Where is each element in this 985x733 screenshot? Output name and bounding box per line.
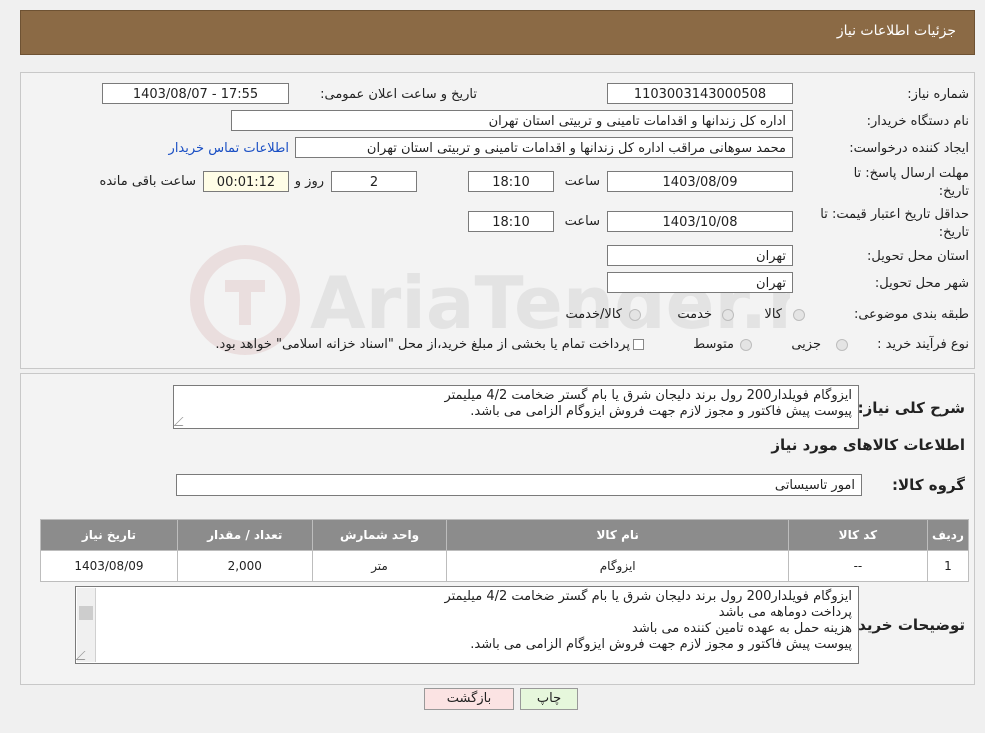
scrollbar-thumb[interactable] [79, 606, 93, 620]
table-header-row: ردیف کد کالا نام کالا واحد شمارش تعداد /… [40, 519, 970, 551]
process-option-minor: جزیی [791, 337, 821, 352]
group-field: امور تاسیساتی [176, 474, 862, 496]
category-radio-service[interactable] [722, 309, 734, 321]
days-field: 2 [331, 171, 417, 192]
need-number-field: 1103003143000508 [607, 83, 793, 104]
process-radio-medium[interactable] [740, 339, 752, 351]
buyer-notes-line-3: هزینه حمل به عهده تامین کننده می باشد [632, 621, 852, 636]
col-row: ردیف [926, 519, 970, 551]
category-label: طبقه بندی موضوعی: [853, 307, 969, 322]
category-option-service: خدمت [677, 307, 712, 322]
price-validity-label-2: تاریخ: [938, 225, 969, 240]
category-option-goods: کالا [764, 307, 782, 322]
process-radio-minor[interactable] [836, 339, 848, 351]
announce-field: 1403/08/07 - 17:55 [102, 83, 289, 104]
process-option-medium: متوسط [693, 337, 734, 352]
province-field: تهران [607, 245, 793, 266]
page-title: جزئیات اطلاعات نیاز [836, 23, 956, 39]
buyer-org-label: نام دستگاه خریدار: [866, 114, 969, 129]
remaining-label: ساعت باقی مانده [99, 174, 196, 189]
col-name: نام کالا [446, 519, 789, 551]
price-validity-label: حداقل تاریخ اعتبار قیمت: تا [820, 207, 969, 222]
buyer-notes-line-4: پیوست پیش فاکتور و مجوز لازم جهت فروش ای… [470, 637, 852, 652]
col-date: تاریخ نیاز [40, 519, 178, 551]
city-label: شهر محل تحویل: [874, 276, 969, 291]
reply-time-field: 18:10 [468, 171, 554, 192]
need-number-label: شماره نیاز: [907, 87, 969, 102]
col-quantity: تعداد / مقدار [176, 519, 313, 551]
city-field: تهران [607, 272, 793, 293]
group-label: گروه کالا: [892, 476, 965, 494]
cell-row: 1 [926, 550, 970, 582]
creator-label: ایجاد کننده درخواست: [849, 141, 969, 156]
cell-unit: متر [311, 550, 448, 582]
description-line-1: ایزوگام فویلدار200 رول برند دلیجان شرق ی… [444, 388, 852, 403]
reply-time-label: ساعت [564, 174, 600, 189]
process-label: نوع فرآیند خرید : [877, 337, 969, 352]
buyer-notes-line-2: پرداخت دوماهه می باشد [718, 605, 852, 620]
category-option-goods-service: کالا/خدمت [565, 307, 622, 322]
creator-field: محمد سوهانی مراقب اداره کل زندانها و اقد… [295, 137, 793, 158]
col-unit: واحد شمارش [311, 519, 448, 551]
category-radio-goods-service[interactable] [629, 309, 641, 321]
day-and-label: روز و [294, 174, 324, 189]
cell-name: ایزوگام [446, 550, 789, 582]
buyer-notes-textarea[interactable]: ایزوگام فویلدار200 رول برند دلیجان شرق ی… [75, 586, 859, 664]
page-header: جزئیات اطلاعات نیاز [20, 10, 975, 55]
description-line-2: پیوست پیش فاکتور و مجوز لازم جهت فروش ای… [470, 404, 852, 419]
announce-label: تاریخ و ساعت اعلان عمومی: [320, 87, 477, 102]
back-button[interactable]: بازگشت [424, 688, 514, 710]
reply-deadline-label-2: تاریخ: [938, 184, 969, 199]
cell-code: -- [787, 550, 928, 582]
items-table: ردیف کد کالا نام کالا واحد شمارش تعداد /… [40, 519, 970, 582]
buyer-org-field: اداره کل زندانها و اقدامات تامینی و تربی… [231, 110, 793, 131]
price-time-field: 18:10 [468, 211, 554, 232]
cell-quantity: 2,000 [176, 550, 313, 582]
table-row: 1 -- ایزوگام متر 2,000 1403/08/09 [40, 550, 970, 582]
reply-date-field: 1403/08/09 [607, 171, 793, 192]
price-date-field: 1403/10/08 [607, 211, 793, 232]
buyer-contact-link[interactable]: اطلاعات تماس خریدار [169, 141, 289, 156]
col-code: کد کالا [787, 519, 928, 551]
description-label: شرح کلی نیاز: [857, 399, 965, 417]
items-title: اطلاعات کالاهای مورد نیاز [771, 436, 965, 454]
remaining-time-field: 00:01:12 [203, 171, 289, 192]
description-textarea[interactable]: ایزوگام فویلدار200 رول برند دلیجان شرق ی… [173, 385, 859, 429]
print-button[interactable]: چاپ [520, 688, 578, 710]
province-label: استان محل تحویل: [867, 249, 969, 264]
reply-deadline-label: مهلت ارسال پاسخ: تا [853, 166, 969, 181]
buyer-notes-line-1: ایزوگام فویلدار200 رول برند دلیجان شرق ی… [444, 589, 852, 604]
price-time-label: ساعت [564, 214, 600, 229]
process-note: پرداخت تمام یا بخشی از مبلغ خرید،از محل … [215, 337, 630, 352]
cell-date: 1403/08/09 [40, 550, 178, 582]
treasury-checkbox[interactable] [633, 339, 644, 350]
category-radio-goods[interactable] [793, 309, 805, 321]
